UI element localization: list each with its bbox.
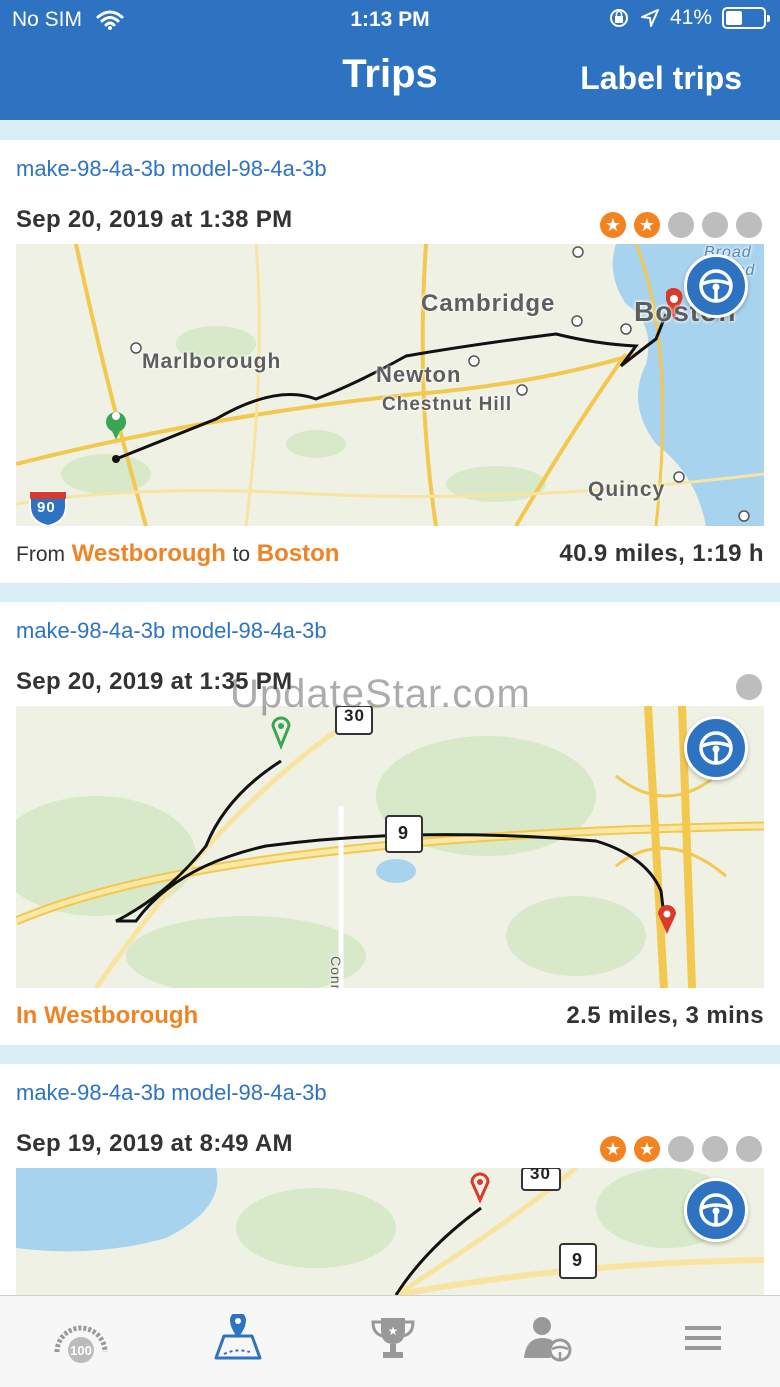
- trip-map[interactable]: 30 9 Conn: [16, 706, 764, 988]
- trip-date: Sep 19, 2019 at 8:49 AM: [16, 1130, 293, 1157]
- driver-mode-button[interactable]: [684, 254, 748, 318]
- status-bar: No SIM 1:13 PM 41%: [0, 0, 780, 40]
- app-header: No SIM 1:13 PM 41% Trips Label trips: [0, 0, 780, 120]
- status-right: 41%: [608, 6, 770, 30]
- trip-map[interactable]: Cambridge Boston Marlborough Newton Ches…: [16, 244, 764, 526]
- map-label-street: Conn: [328, 956, 344, 988]
- location-arrow-icon: [640, 9, 659, 27]
- trophy-icon: ★: [371, 1318, 415, 1358]
- rating-star-icon: [600, 212, 626, 238]
- trip-car-name: make-98-4a-3b model-98-4a-3b: [16, 618, 327, 643]
- rating-star-icon: [634, 212, 660, 238]
- score-gauge-icon: 100: [54, 1325, 108, 1363]
- svg-text:★: ★: [388, 1324, 399, 1338]
- trip-date: Sep 20, 2019 at 1:38 PM: [16, 206, 293, 233]
- map-label-chestnut-hill: Chestnut Hill: [382, 394, 513, 415]
- trip-card[interactable]: make-98-4a-3b model-98-4a-3b Sep 20, 201…: [0, 140, 780, 583]
- route-30-shield: 30: [344, 706, 365, 725]
- trip-stats: 2.5 miles, 3 mins: [566, 1002, 764, 1029]
- trip-stats: 40.9 miles, 1:19 h: [559, 540, 764, 567]
- tab-score[interactable]: 100: [48, 1314, 108, 1364]
- trip-origin: Westborough: [71, 540, 226, 567]
- trip-map[interactable]: 30 9: [16, 1168, 764, 1295]
- trip-card[interactable]: make-98-4a-3b model-98-4a-3b Sep 19, 201…: [0, 1064, 780, 1295]
- orientation-lock-icon: [609, 9, 628, 27]
- battery-percent: 41%: [669, 6, 712, 29]
- route-30-shield: 30: [530, 1168, 551, 1183]
- map-label-marlborough: Marlborough: [142, 350, 282, 373]
- trip-car-name: make-98-4a-3b model-98-4a-3b: [16, 1080, 327, 1105]
- menu-icon: [685, 1326, 721, 1350]
- driver-mode-button[interactable]: [684, 716, 748, 780]
- driver-mode-button[interactable]: [684, 1178, 748, 1242]
- trip-footer: In Westborough 2.5 miles, 3 mins: [16, 1002, 764, 1036]
- trip-route: From Westborough to Boston: [16, 540, 340, 567]
- tab-menu[interactable]: [672, 1314, 732, 1364]
- rating-empty-dot: [736, 212, 762, 238]
- rating-star-icon: [600, 1136, 626, 1162]
- label-trips-button[interactable]: Label trips: [580, 60, 742, 97]
- steering-wheel-icon: [699, 1193, 733, 1227]
- tab-trips[interactable]: [205, 1314, 265, 1364]
- profile-driver-icon: [524, 1317, 572, 1362]
- rating-empty-dot: [668, 212, 694, 238]
- map-tiles: [16, 706, 764, 988]
- trip-rating: [736, 674, 762, 700]
- interstate-90-shield: 90: [37, 499, 56, 516]
- score-value: 100: [70, 1343, 92, 1358]
- route-9-shield: 9: [398, 823, 410, 843]
- rating-empty-dot: [736, 1136, 762, 1162]
- tab-bar: 100 ★: [0, 1295, 780, 1387]
- tab-profile[interactable]: [515, 1314, 575, 1364]
- trip-footer: From Westborough to Boston 40.9 miles, 1…: [16, 540, 764, 574]
- trip-location: In Westborough: [16, 1002, 199, 1029]
- trips-map-icon: [214, 1314, 262, 1360]
- trip-destination: Boston: [256, 540, 340, 567]
- rating-empty-dot: [702, 1136, 728, 1162]
- trip-card[interactable]: make-98-4a-3b model-98-4a-3b Sep 20, 201…: [0, 602, 780, 1045]
- steering-wheel-icon: [699, 731, 733, 765]
- trip-date: Sep 20, 2019 at 1:35 PM: [16, 668, 293, 695]
- trip-rating: [600, 1136, 762, 1162]
- rating-empty-dot: [668, 1136, 694, 1162]
- steering-wheel-icon: [699, 269, 733, 303]
- rating-star-icon: [634, 1136, 660, 1162]
- tab-achievements[interactable]: ★: [360, 1314, 420, 1364]
- route-9-shield: 9: [572, 1250, 584, 1270]
- trip-car-name: make-98-4a-3b model-98-4a-3b: [16, 156, 327, 181]
- rating-empty-dot: [702, 212, 728, 238]
- map-tiles: [16, 1168, 764, 1295]
- map-label-quincy: Quincy: [588, 478, 666, 501]
- map-label-newton: Newton: [376, 362, 462, 387]
- battery-icon: [722, 7, 770, 29]
- trip-rating: [600, 212, 762, 238]
- map-label-cambridge: Cambridge: [421, 290, 556, 317]
- rating-empty-dot: [736, 674, 762, 700]
